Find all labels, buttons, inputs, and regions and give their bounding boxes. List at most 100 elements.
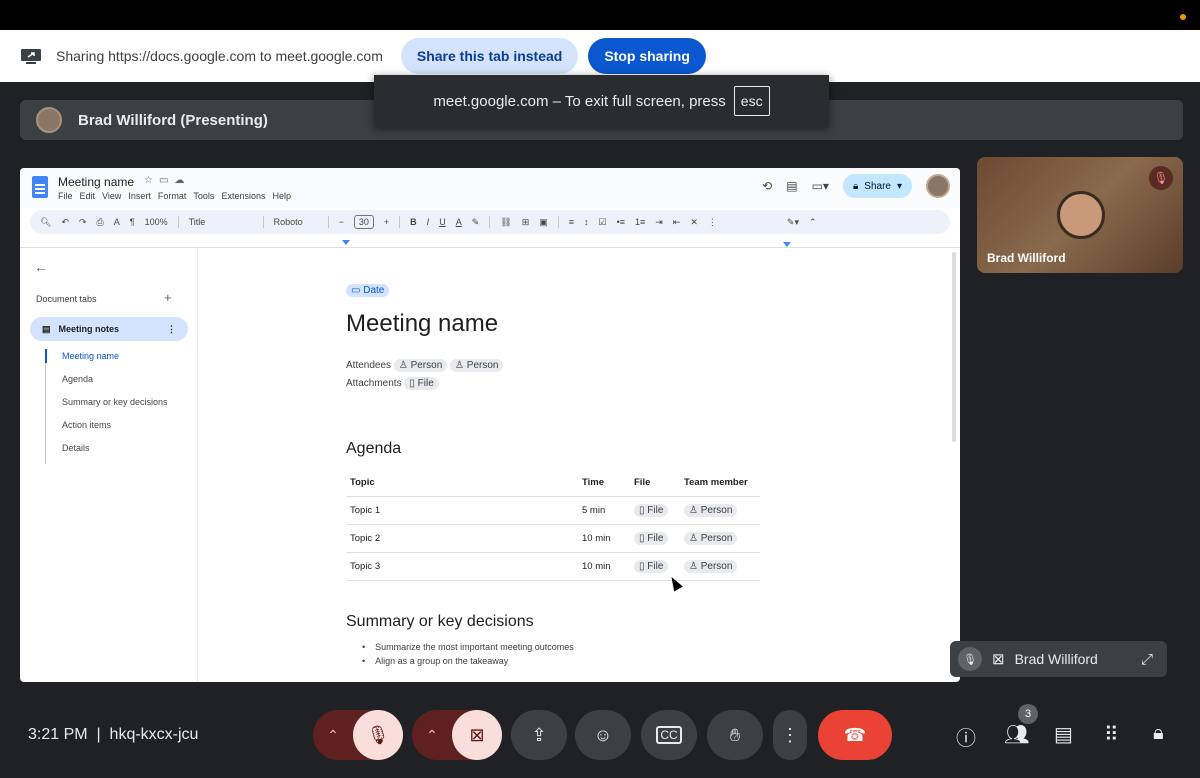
search-menus-icon[interactable]: 🔍︎ [40, 217, 51, 228]
font-size-input[interactable]: 30 [353, 215, 374, 229]
outdent-icon[interactable]: ⇤ [673, 217, 681, 228]
outline-item-summary[interactable]: Summary or key decisions [46, 395, 168, 418]
right-margin-marker-icon[interactable] [783, 242, 791, 247]
comments-icon[interactable]: ▤ [786, 179, 797, 193]
member-cell[interactable]: ♙ Person [680, 524, 760, 553]
member-cell[interactable]: ♙ Person [680, 496, 760, 525]
paint-format-icon[interactable]: ¶ [130, 217, 135, 227]
file-chip[interactable]: ▯ File [634, 503, 669, 517]
member-cell[interactable]: ♙ Person [680, 552, 760, 581]
menu-view[interactable]: View [102, 191, 121, 201]
menu-extensions[interactable]: Extensions [221, 191, 265, 201]
font-select[interactable]: Roboto [274, 217, 318, 227]
indent-marker-icon[interactable] [342, 240, 350, 245]
file-cell[interactable]: ▯ File [630, 496, 680, 525]
outline-item-details[interactable]: Details [46, 441, 168, 464]
people-icon[interactable]: 👥︎ [1004, 722, 1029, 747]
tab-meeting-notes[interactable]: ▤ Meeting notes ⋮ [30, 317, 188, 341]
scrollbar[interactable] [952, 252, 956, 442]
italic-icon[interactable]: I [427, 217, 430, 227]
file-chip[interactable]: ▯ File [404, 377, 439, 390]
spellcheck-icon[interactable]: A [114, 217, 120, 227]
file-cell[interactable]: ▯ File [630, 524, 680, 553]
redo-icon[interactable]: ↷ [79, 217, 87, 228]
chat-icon[interactable]: ▤ [1054, 722, 1073, 747]
topic-cell[interactable]: Topic 3 [346, 552, 578, 581]
outline-item-meeting-name[interactable]: Meeting name [46, 349, 168, 372]
stop-sharing-button[interactable]: Stop sharing [588, 38, 706, 74]
menu-tools[interactable]: Tools [193, 191, 214, 201]
person-chip[interactable]: ♙ Person [684, 503, 738, 517]
docs-share-button[interactable]: 🔒︎ Share ▾ [842, 174, 912, 198]
back-arrow-icon[interactable]: ← [34, 259, 48, 275]
host-controls-icon[interactable]: 🔒︎ [1153, 722, 1164, 745]
meet-icon[interactable]: ▭▾ [812, 179, 829, 193]
meeting-details-icon[interactable]: ⓘ [956, 722, 976, 751]
table-row[interactable]: Topic 1 5 min ▯ File ♙ Person [346, 496, 760, 525]
time-cell[interactable]: 5 min [578, 496, 630, 525]
undo-icon[interactable]: ↶ [61, 217, 69, 228]
add-tab-icon[interactable]: + [164, 290, 172, 305]
mic-off-button[interactable]: 🎙︎ [353, 710, 403, 760]
link-icon[interactable]: ⛓ [500, 217, 511, 228]
self-view-pill[interactable]: 🎙︎ ⊠ Brad Williford ⤢ [950, 641, 1167, 677]
expand-icon[interactable]: ⤢ [1141, 651, 1153, 668]
numbered-list-icon[interactable]: 1≡ [635, 217, 645, 227]
underline-icon[interactable]: U [439, 217, 446, 227]
indent-icon[interactable]: ⇥ [655, 217, 663, 228]
bullet-list-icon[interactable]: •≡ [617, 217, 625, 227]
time-cell[interactable]: 10 min [578, 552, 630, 581]
tab-options-icon[interactable]: ⋮ [167, 324, 176, 335]
person-chip[interactable]: ♙ Person [450, 359, 504, 372]
menu-help[interactable]: Help [272, 191, 291, 201]
share-this-tab-button[interactable]: Share this tab instead [400, 38, 579, 74]
participant-tile[interactable]: 🎙︎ Brad Williford [977, 157, 1183, 273]
activities-icon[interactable]: ⠿ [1104, 722, 1119, 747]
highlight-icon[interactable]: ✎ [472, 217, 480, 228]
table-row[interactable]: Topic 3 10 min ▯ File ♙ Person [346, 552, 760, 581]
increase-size-icon[interactable]: + [384, 217, 389, 227]
outline-item-agenda[interactable]: Agenda [46, 372, 168, 395]
history-icon[interactable]: ⟲ [762, 179, 772, 193]
person-chip[interactable]: ♙ Person [393, 359, 448, 372]
style-select[interactable]: Title [189, 217, 253, 227]
clear-format-icon[interactable]: ✕ [690, 217, 698, 228]
align-icon[interactable]: ≡ [569, 217, 574, 227]
bold-icon[interactable]: B [410, 217, 417, 227]
raise-hand-button[interactable]: ✋︎ [707, 710, 763, 760]
account-avatar[interactable] [926, 174, 950, 198]
camera-off-button[interactable]: ⊠ [452, 710, 502, 760]
decrease-size-icon[interactable]: − [339, 217, 344, 227]
menu-format[interactable]: Format [158, 191, 187, 201]
video-options-chevron-icon[interactable]: ⌃ [412, 727, 452, 744]
line-spacing-icon[interactable]: ↕ [584, 217, 589, 227]
time-cell[interactable]: 10 min [578, 524, 630, 553]
person-chip[interactable]: ♙ Person [684, 531, 738, 545]
person-chip[interactable]: ♙ Person [684, 559, 738, 573]
audio-options-chevron-icon[interactable]: ⌃ [313, 727, 353, 744]
file-chip[interactable]: ▯ File [634, 531, 669, 545]
zoom-select[interactable]: 100% [145, 217, 168, 227]
ruler[interactable] [20, 238, 960, 248]
checklist-icon[interactable]: ☑ [599, 217, 607, 228]
topic-cell[interactable]: Topic 2 [346, 524, 578, 553]
leave-call-button[interactable]: ☎︎ [818, 710, 892, 760]
menu-edit[interactable]: Edit [80, 191, 96, 201]
image-icon[interactable]: ▣ [539, 217, 548, 228]
more-options-button[interactable]: ⋮ [773, 710, 807, 760]
more-icon[interactable]: ⋮ [708, 217, 717, 228]
print-icon[interactable]: ⎙ [97, 217, 104, 228]
date-chip[interactable]: ▭ Date [346, 284, 390, 297]
topic-cell[interactable]: Topic 1 [346, 496, 578, 525]
file-chip[interactable]: ▯ File [634, 559, 669, 573]
comment-icon[interactable]: ⊞ [522, 217, 530, 228]
menu-insert[interactable]: Insert [128, 191, 151, 201]
text-color-icon[interactable]: A [456, 217, 462, 227]
document-title[interactable]: Meeting name [58, 175, 134, 189]
present-screen-button[interactable]: ⇪ [511, 710, 567, 760]
collapse-icon[interactable]: ⌃ [809, 217, 817, 228]
edit-mode-icon[interactable]: ✎▾ [787, 217, 799, 228]
table-row[interactable]: Topic 2 10 min ▯ File ♙ Person [346, 524, 760, 553]
captions-button[interactable]: CC [641, 710, 697, 760]
menu-file[interactable]: File [58, 191, 73, 201]
